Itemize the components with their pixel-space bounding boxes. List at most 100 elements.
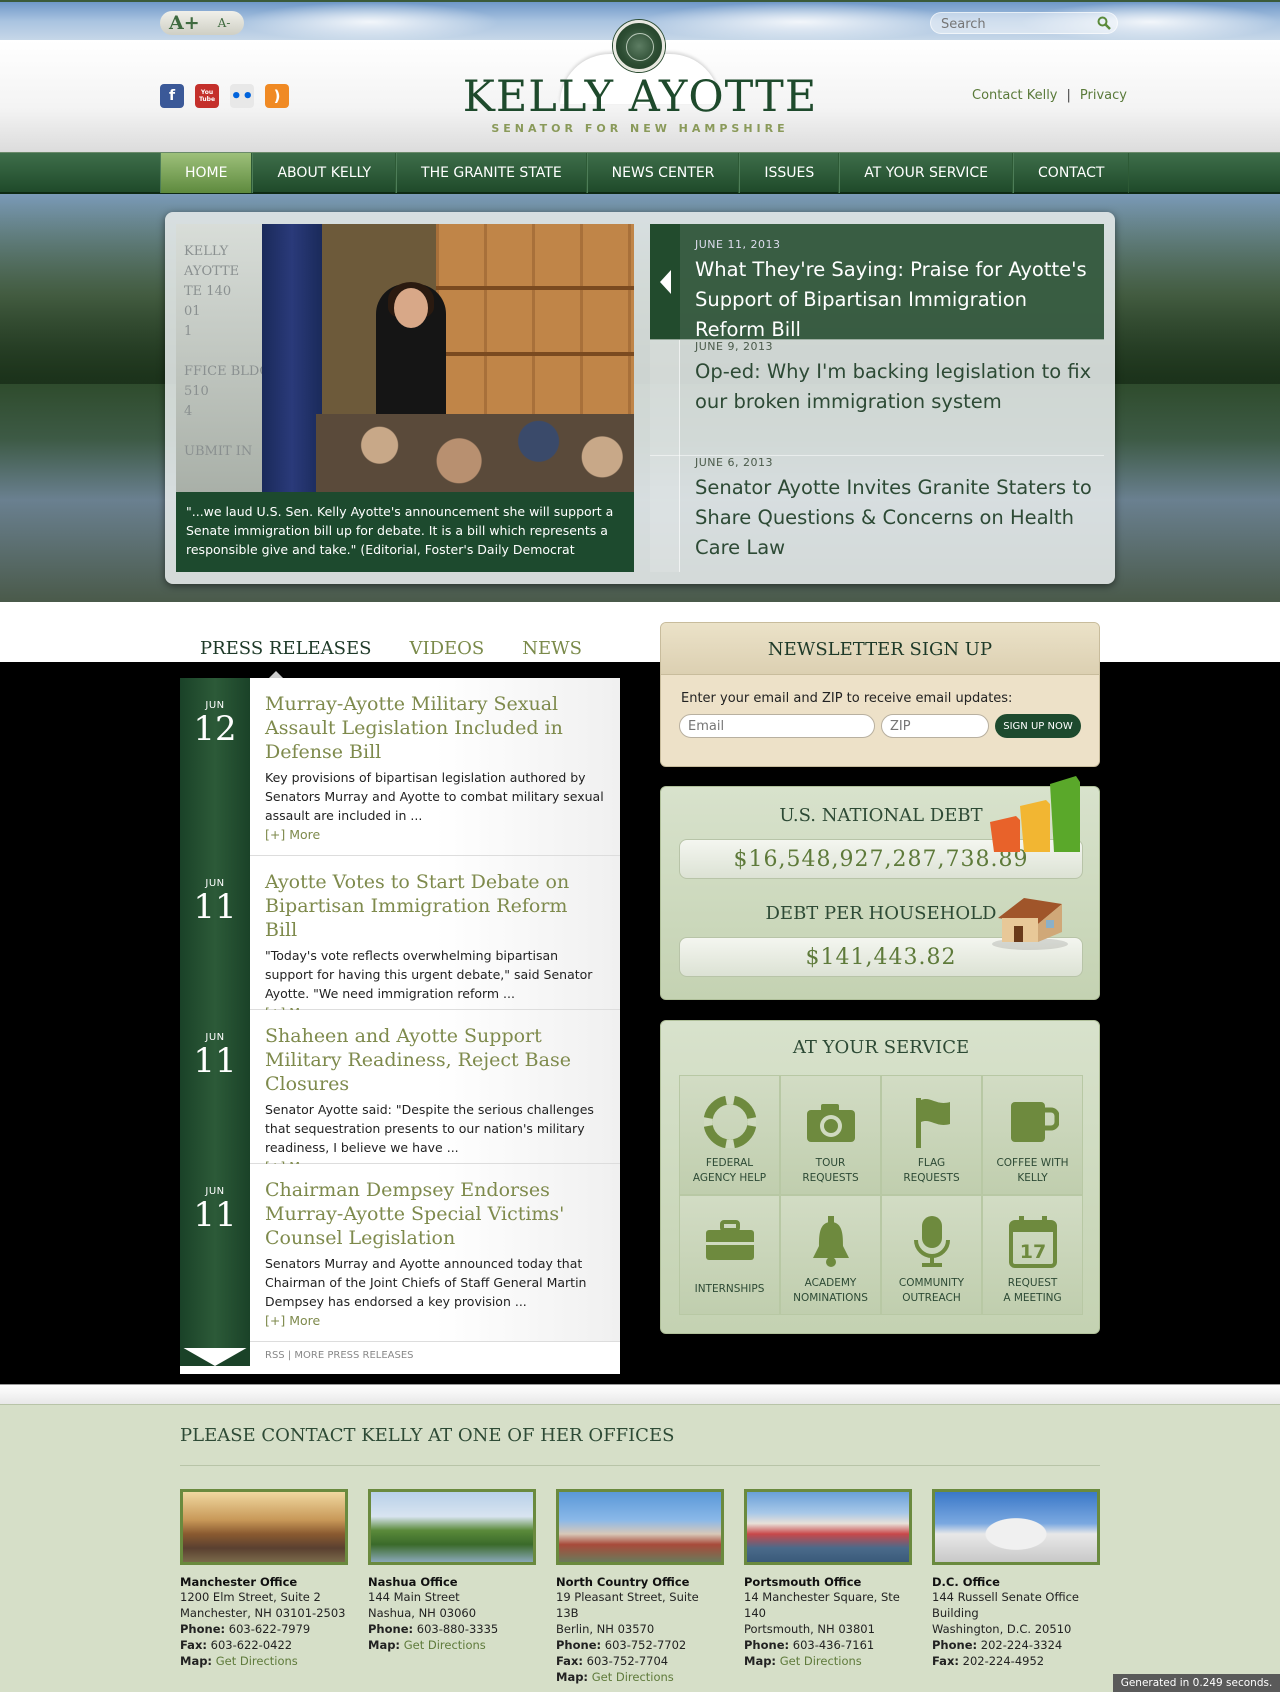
office-address: Manchester, NH 03101-2503 — [180, 1606, 346, 1620]
office-address: 1200 Elm Street, Suite 2 — [180, 1590, 321, 1604]
nav-home[interactable]: HOME — [160, 153, 253, 193]
newsletter-text: Enter your email and ZIP to receive emai… — [681, 691, 1013, 706]
wall-text-line: FFICE BLDG. — [184, 364, 274, 379]
hero-news-title[interactable]: Senator Ayotte Invites Granite Staters t… — [695, 473, 1094, 563]
get-directions-link[interactable]: Get Directions — [780, 1654, 862, 1668]
hero-news-item[interactable]: JUNE 11, 2013 What They're Saying: Prais… — [650, 224, 1104, 341]
generation-time: Generated in 0.249 seconds. — [1113, 1674, 1280, 1692]
facebook-icon[interactable]: f — [160, 84, 184, 108]
service-grid: FEDERAL AGENCY HELP TOUR REQUESTS FLAG REQU… — [679, 1075, 1083, 1315]
office-portsmouth: Portsmouth Office 14 Manchester Square, … — [744, 1489, 912, 1669]
font-size-controls: A+ A- — [160, 11, 244, 35]
hero-news-item[interactable]: JUNE 6, 2013 Senator Ayotte Invites Gran… — [650, 456, 1104, 572]
service-label-line: TOUR — [815, 1157, 846, 1169]
service-label-line: A MEETING — [1003, 1292, 1062, 1304]
office-name: Nashua Office — [368, 1575, 458, 1589]
get-directions-link[interactable]: Get Directions — [216, 1654, 298, 1668]
coffee-mug-icon — [1010, 1102, 1059, 1142]
flickr-icon[interactable]: •• — [230, 84, 254, 108]
service-label: ACADEMY NOMINATIONS — [781, 1276, 880, 1306]
office-address: 144 Russell Senate Office — [932, 1590, 1079, 1604]
cloud-decoration — [240, 2, 500, 42]
service-coffee-with-kelly[interactable]: COFFEE WITH KELLY — [982, 1075, 1083, 1195]
office-address: 14 Manchester Square, Ste 140 — [744, 1590, 900, 1620]
site-title[interactable]: KELLY AYOTTE — [420, 72, 860, 122]
nav-granite-state[interactable]: THE GRANITE STATE — [396, 153, 587, 193]
service-flag-requests[interactable]: FLAG REQUESTS — [881, 1075, 982, 1195]
rss-icon[interactable]: ) — [265, 84, 289, 108]
office-photo — [368, 1489, 536, 1565]
rss-link[interactable]: RSS — [265, 1350, 285, 1361]
phone-number: 603-622-7979 — [228, 1622, 311, 1636]
fax-label: Fax: — [180, 1638, 207, 1652]
contact-kelly-link[interactable]: Contact Kelly — [972, 88, 1058, 103]
office-manchester: Manchester Office 1200 Elm Street, Suite… — [180, 1489, 348, 1669]
map-label: Map: — [180, 1654, 213, 1668]
nav-at-your-service[interactable]: AT YOUR SERVICE — [839, 153, 1014, 193]
service-request-a-meeting[interactable]: 17 REQUEST A MEETING — [982, 1195, 1083, 1315]
decrease-font-button[interactable]: A- — [218, 16, 231, 30]
fax-number: 603-622-0422 — [210, 1638, 293, 1652]
youtube-icon[interactable]: You Tube — [195, 84, 219, 108]
separator: | — [287, 1350, 292, 1361]
offices-footer: PLEASE CONTACT KELLY AT ONE OF HER OFFIC… — [0, 1404, 1280, 1692]
search-input[interactable] — [931, 14, 1091, 35]
press-footer-links: RSS | MORE PRESS RELEASES — [265, 1350, 414, 1361]
hero-photo[interactable]: KELLY AYOTTE TE 140 01 1 FFICE BLDG. 510… — [176, 224, 634, 492]
hero-news-item[interactable]: JUNE 9, 2013 Op-ed: Why I'm backing legi… — [650, 340, 1104, 456]
service-label-line: COFFEE WITH — [996, 1157, 1069, 1169]
service-label-line: FEDERAL — [705, 1157, 754, 1169]
nav-about-kelly[interactable]: ABOUT KELLY — [252, 153, 397, 193]
office-phone: Phone: 202-224-3324 — [932, 1637, 1100, 1653]
increase-font-button[interactable]: A+ — [169, 12, 200, 34]
email-field[interactable] — [679, 714, 875, 738]
press-date: JUN 11 — [180, 1164, 620, 1342]
service-academy-nominations[interactable]: ACADEMY NOMINATIONS — [780, 1195, 881, 1315]
nav-news-center[interactable]: NEWS CENTER — [586, 153, 740, 193]
service-label-line: COMMUNITY — [898, 1277, 965, 1289]
wall-text-line: 4 — [184, 404, 193, 419]
get-directions-link[interactable]: Get Directions — [404, 1638, 486, 1652]
wall-text-line: AYOTTE — [184, 264, 240, 279]
service-community-outreach[interactable]: COMMUNITY OUTREACH — [881, 1195, 982, 1315]
service-tour-requests[interactable]: TOUR REQUESTS — [780, 1075, 881, 1195]
hero-news-title[interactable]: Op-ed: Why I'm backing legislation to fi… — [695, 357, 1094, 417]
press-date: JUN 11 — [180, 856, 620, 1010]
service-label-line: KELLY — [1017, 1172, 1048, 1184]
fax-label: Fax: — [932, 1654, 959, 1668]
hero-news-date: JUNE 6, 2013 — [695, 456, 773, 469]
service-federal-agency-help[interactable]: FEDERAL AGENCY HELP — [679, 1075, 780, 1195]
calendar-day: 17 — [1019, 1241, 1045, 1263]
tab-press-releases[interactable]: PRESS RELEASES — [200, 638, 371, 659]
flickr-glyph: •• — [230, 85, 254, 107]
slider-prev-arrow-icon[interactable] — [660, 270, 671, 294]
more-press-releases-link[interactable]: MORE PRESS RELEASES — [294, 1350, 413, 1361]
tab-news[interactable]: NEWS — [522, 638, 582, 659]
senate-seal-icon[interactable] — [613, 20, 665, 72]
privacy-link[interactable]: Privacy — [1080, 88, 1127, 103]
phone-number: 603-752-7702 — [604, 1638, 687, 1652]
hero-news-title[interactable]: What They're Saying: Praise for Ayotte's… — [695, 255, 1094, 345]
wall-text-line: TE 140 — [184, 284, 232, 299]
service-title: AT YOUR SERVICE — [792, 1037, 970, 1058]
tab-videos[interactable]: VIDEOS — [409, 638, 484, 659]
office-address: Nashua, NH 03060 — [368, 1606, 477, 1620]
press-date: JUN 12 — [180, 678, 620, 856]
sign-up-button[interactable]: SIGN UP NOW — [995, 714, 1081, 738]
office-phone: Phone: 603-622-7979 — [180, 1621, 348, 1637]
press-day: 11 — [193, 1041, 237, 1081]
get-directions-link[interactable]: Get Directions — [592, 1670, 674, 1684]
service-internships[interactable]: INTERNSHIPS — [679, 1195, 780, 1315]
fax-label: Fax: — [556, 1654, 583, 1668]
zip-field[interactable] — [881, 714, 989, 738]
press-day: 11 — [193, 1195, 237, 1235]
service-label-line: ACADEMY — [804, 1277, 857, 1289]
office-phone: Phone: 603-752-7702 — [556, 1637, 724, 1653]
search-icon[interactable] — [1097, 16, 1111, 30]
nav-issues[interactable]: ISSUES — [739, 153, 840, 193]
office-map: Map: Get Directions — [556, 1669, 724, 1685]
nav-contact[interactable]: CONTACT — [1013, 153, 1130, 193]
service-label: TOUR REQUESTS — [781, 1156, 880, 1186]
service-label: REQUEST A MEETING — [983, 1276, 1082, 1306]
phone-number: 603-436-7161 — [792, 1638, 875, 1652]
